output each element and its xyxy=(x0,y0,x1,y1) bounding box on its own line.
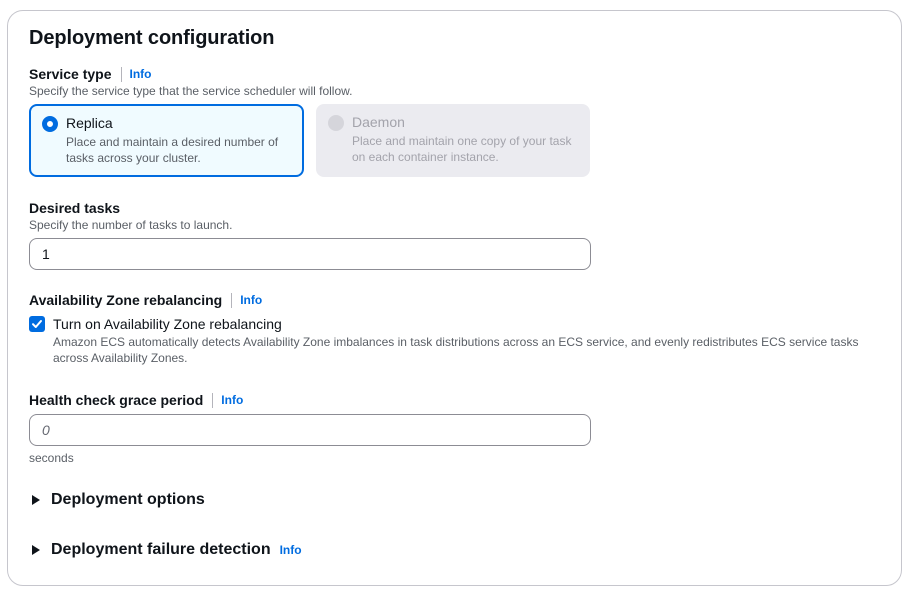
deployment-failure-detection-expander[interactable]: Deployment failure detection Info xyxy=(32,541,302,559)
section-title: Deployment configuration xyxy=(29,27,275,49)
az-rebalancing-checkbox[interactable] xyxy=(29,316,45,332)
az-rebalancing-checkbox-label[interactable]: Turn on Availability Zone rebalancing xyxy=(53,316,282,332)
option-title: Daemon xyxy=(352,114,405,130)
service-type-option-daemon[interactable]: Daemon Place and maintain one copy of yo… xyxy=(316,104,590,177)
az-rebalancing-label: Availability Zone rebalancing xyxy=(29,292,223,308)
caret-right-icon xyxy=(32,545,40,555)
health-check-header: Health check grace period Info xyxy=(29,391,243,409)
failure-detection-info-link[interactable]: Info xyxy=(280,543,302,557)
divider xyxy=(231,292,233,308)
service-type-label: Service type xyxy=(29,66,112,82)
option-title: Replica xyxy=(66,115,113,131)
desired-tasks-input[interactable]: 1 xyxy=(29,238,591,270)
expander-label: Deployment failure detection xyxy=(51,541,271,558)
service-type-header: Service type Info xyxy=(29,65,152,83)
az-rebalancing-info-link[interactable]: Info xyxy=(240,293,262,307)
health-check-label: Health check grace period xyxy=(29,392,204,408)
service-type-option-replica[interactable]: Replica Place and maintain a desired num… xyxy=(29,104,304,177)
option-description: Place and maintain a desired number of t… xyxy=(66,135,279,165)
desired-tasks-header: Desired tasks xyxy=(29,199,120,217)
deployment-configuration-panel: Deployment configuration Service type In… xyxy=(7,10,902,586)
health-check-info-link[interactable]: Info xyxy=(221,393,243,407)
desired-tasks-description: Specify the number of tasks to launch. xyxy=(29,218,233,232)
divider xyxy=(120,66,122,82)
desired-tasks-label: Desired tasks xyxy=(29,200,121,216)
caret-right-icon xyxy=(32,495,40,505)
service-type-info-link[interactable]: Info xyxy=(130,67,152,81)
expander-label: Deployment options xyxy=(51,491,205,508)
az-rebalancing-header: Availability Zone rebalancing Info xyxy=(29,291,262,309)
az-rebalancing-description: Amazon ECS automatically detects Availab… xyxy=(53,335,859,365)
health-check-grace-period-input[interactable]: 0 xyxy=(29,414,591,446)
health-check-unit: seconds xyxy=(29,451,74,465)
deployment-options-expander[interactable]: Deployment options xyxy=(32,491,205,509)
radio-selected-icon[interactable] xyxy=(42,116,58,132)
checkmark-icon xyxy=(32,320,42,328)
divider xyxy=(212,392,214,408)
service-type-description: Specify the service type that the servic… xyxy=(29,84,353,98)
option-description: Place and maintain one copy of your task… xyxy=(352,134,572,164)
radio-disabled-icon[interactable] xyxy=(328,115,344,131)
